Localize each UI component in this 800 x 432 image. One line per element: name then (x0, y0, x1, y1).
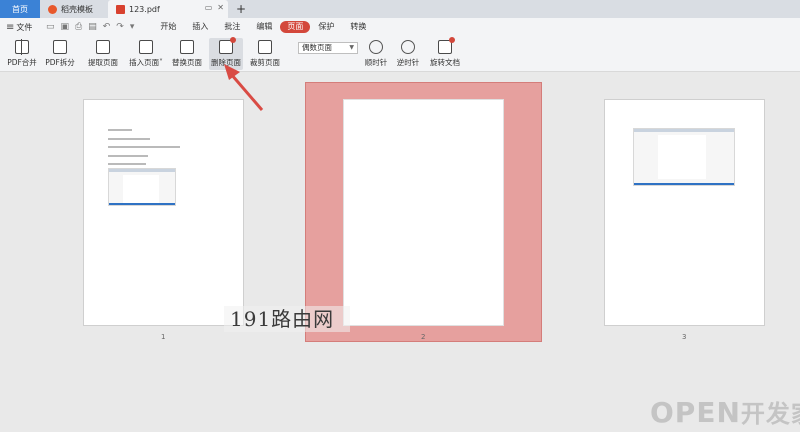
watermark-right-latin: OPEN (650, 396, 741, 429)
arrow-head (224, 64, 240, 80)
watermark-left: 191路由网 (224, 306, 350, 332)
arrow-shaft (229, 73, 264, 111)
watermark-right-cn: 开发家园 (740, 400, 800, 428)
watermark-right: OPEN开发家园 (650, 398, 800, 429)
annotation-arrow (224, 64, 264, 111)
